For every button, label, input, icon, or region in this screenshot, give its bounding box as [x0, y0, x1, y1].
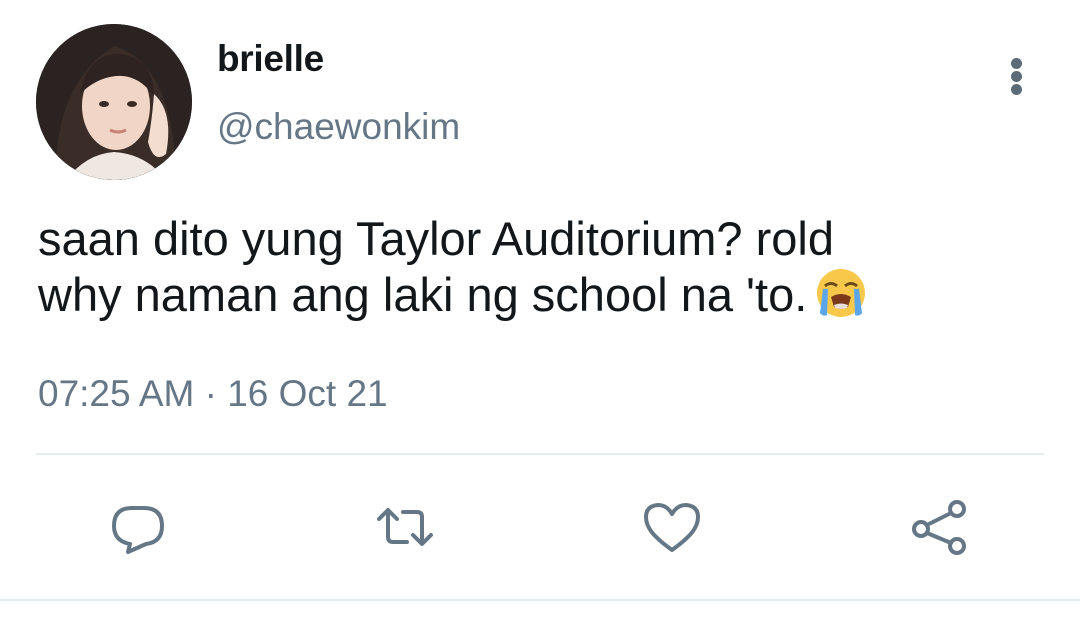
- tweet-timestamp[interactable]: 07:25 AM · 16 Oct 21: [38, 373, 388, 415]
- reply-icon: [112, 506, 164, 554]
- share-button[interactable]: [907, 495, 971, 559]
- tweet-text-line: saan dito yung Taylor Auditorium? rold: [38, 212, 834, 265]
- heart-icon: [644, 503, 700, 552]
- display-name[interactable]: brielle: [217, 38, 324, 80]
- tweet-text-line: why naman ang laki ng school na 'to.: [38, 268, 808, 321]
- avatar[interactable]: [36, 24, 192, 180]
- reply-button[interactable]: [106, 495, 170, 559]
- user-handle[interactable]: @chaewonkim: [217, 106, 460, 148]
- bottom-divider: [0, 599, 1080, 601]
- divider: [36, 453, 1044, 455]
- share-icon: [912, 500, 966, 555]
- like-button[interactable]: [640, 495, 704, 559]
- loudly-crying-face-icon: [815, 267, 867, 331]
- tweet-text: saan dito yung Taylor Auditorium? rold w…: [38, 211, 1048, 331]
- retweet-icon: [377, 508, 433, 546]
- more-options-button[interactable]: [998, 52, 1038, 100]
- tweet-text-line-with-emoji: why naman ang laki ng school na 'to.: [38, 267, 1048, 331]
- profile-photo-icon: [36, 24, 192, 180]
- retweet-button[interactable]: [373, 495, 437, 559]
- tweet-card: brielle @chaewonkim saan dito yung Taylo…: [0, 0, 1080, 618]
